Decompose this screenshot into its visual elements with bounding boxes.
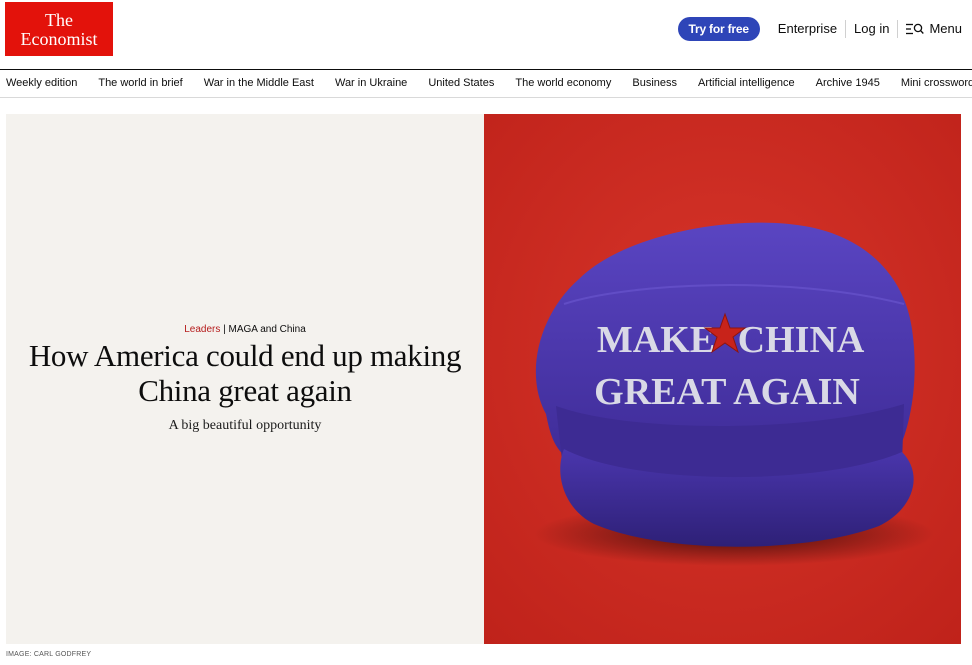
site-header: The Economist Try for free Enterprise Lo…	[0, 0, 972, 70]
nav-item-ai[interactable]: Artificial intelligence	[698, 70, 795, 97]
nav-item-world-economy[interactable]: The world economy	[515, 70, 611, 97]
nav-item-business[interactable]: Business	[632, 70, 677, 97]
nav-item-ukraine[interactable]: War in Ukraine	[335, 70, 407, 97]
header-actions: Try for free Enterprise Log in Menu	[677, 17, 962, 41]
rubric-divider: |	[223, 324, 226, 335]
section-link[interactable]: Leaders	[184, 324, 220, 335]
logo-line-1: The	[45, 10, 73, 30]
login-link[interactable]: Log in	[846, 19, 897, 39]
nav-item-archive-1945[interactable]: Archive 1945	[816, 70, 880, 97]
menu-label: Menu	[929, 21, 962, 36]
economist-logo[interactable]: The Economist	[5, 2, 113, 56]
image-credit: IMAGE: CARL GODFREY	[6, 651, 92, 658]
top-navigation: Weekly edition The world in brief War in…	[0, 70, 972, 98]
nav-item-middle-east[interactable]: War in the Middle East	[204, 70, 314, 97]
enterprise-link[interactable]: Enterprise	[770, 19, 845, 39]
menu-button[interactable]: Menu	[898, 19, 962, 39]
article-headline[interactable]: How America could end up making China gr…	[26, 338, 464, 408]
try-for-free-button[interactable]: Try for free	[677, 17, 760, 41]
nav-item-world-in-brief[interactable]: The world in brief	[98, 70, 182, 97]
article-rubric: Leaders | MAGA and China	[6, 324, 484, 335]
hat-text-make: MAKE	[597, 319, 715, 361]
lead-article-panel: Leaders | MAGA and China How America cou…	[6, 114, 484, 644]
article-standfirst: A big beautiful opportunity	[168, 418, 322, 433]
logo-line-2: Economist	[20, 29, 98, 49]
nav-item-weekly-edition[interactable]: Weekly edition	[6, 70, 77, 97]
topic-label: MAGA and China	[228, 324, 306, 335]
nav-item-mini-crossword[interactable]: Mini crossword	[901, 70, 972, 97]
hero-image[interactable]: MAKE CHINA GREAT AGAIN	[484, 114, 961, 644]
nav-item-united-states[interactable]: United States	[428, 70, 494, 97]
hat-text-china: CHINA	[738, 319, 865, 361]
hat-text-great-again: GREAT AGAIN	[594, 371, 860, 413]
menu-search-icon	[906, 23, 925, 35]
